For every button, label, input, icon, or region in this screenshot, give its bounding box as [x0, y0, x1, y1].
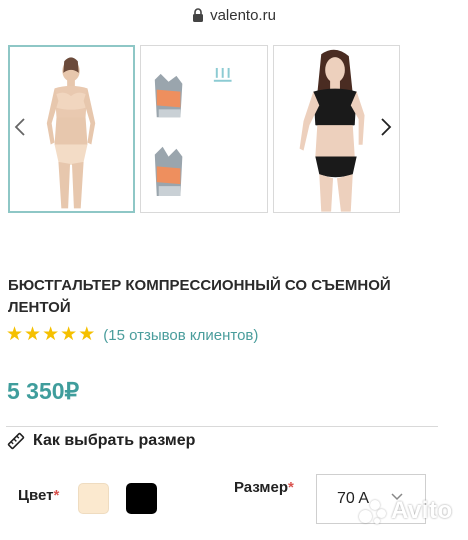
- lock-icon: [192, 8, 204, 22]
- product-title: БЮСТГАЛЬТЕР КОМПРЕССИОННЫЙ СО СЪЕМНОЙ ЛЕ…: [8, 277, 391, 316]
- watermark-text: Avito: [391, 497, 453, 524]
- gallery-next-button[interactable]: [376, 112, 396, 142]
- star-icon: ★: [6, 324, 24, 345]
- gallery-prev-button[interactable]: [10, 112, 30, 142]
- color-swatch-beige[interactable]: [78, 483, 109, 514]
- product-price: 5 350₽: [7, 378, 80, 404]
- chevron-right-icon: [381, 118, 392, 136]
- required-mark: *: [53, 487, 60, 504]
- watermark: Avito: [358, 497, 453, 525]
- star-icon: ★: [42, 324, 60, 345]
- divider: [6, 426, 438, 427]
- address-bar[interactable]: valento.ru: [0, 0, 468, 30]
- color-label: Цвет*: [18, 487, 59, 504]
- color-label-text: Цвет: [18, 487, 54, 504]
- product-gallery: [8, 45, 400, 213]
- size-guide-link[interactable]: Как выбрать размер: [7, 432, 195, 450]
- gallery-thumbnail-2[interactable]: [140, 45, 268, 213]
- url-text: valento.ru: [210, 6, 276, 24]
- size-guide-label: Как выбрать размер: [33, 432, 196, 449]
- chevron-left-icon: [14, 118, 25, 136]
- required-mark: *: [288, 479, 294, 496]
- star-icon: ★: [60, 324, 78, 345]
- star-icon: ★: [24, 324, 42, 345]
- color-swatch-black[interactable]: [126, 483, 157, 514]
- star-icon: ★: [78, 324, 96, 345]
- bra-detail-image: [141, 46, 267, 212]
- rating-stars: ★ ★ ★ ★ ★: [6, 325, 95, 345]
- product-rating: ★ ★ ★ ★ ★ (15 отзывов клиентов): [6, 325, 258, 345]
- avito-logo-icon: [358, 498, 388, 524]
- size-label-text: Размер: [234, 479, 289, 496]
- ruler-icon: [7, 432, 25, 450]
- reviews-link[interactable]: (15 отзывов клиентов): [103, 327, 258, 344]
- size-label: Размер*: [234, 479, 294, 496]
